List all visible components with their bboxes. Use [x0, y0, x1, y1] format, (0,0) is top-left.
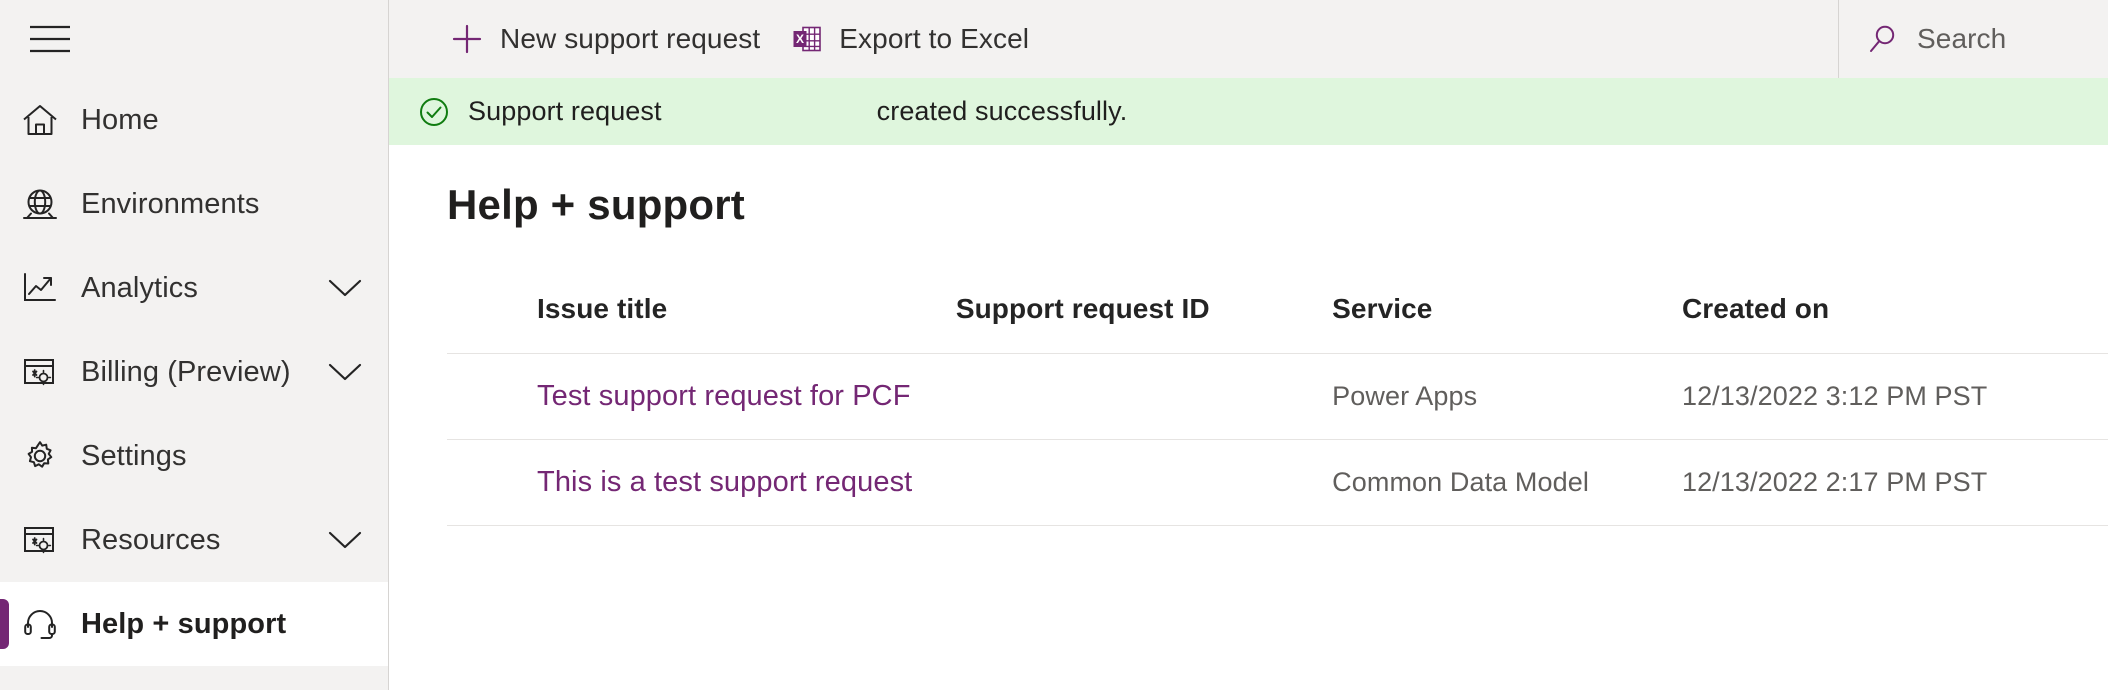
cell-support-request-id: [955, 353, 1333, 440]
column-header-support-request-id[interactable]: Support request ID: [955, 293, 1333, 354]
sidebar-item-label: Settings: [81, 439, 187, 472]
search-input[interactable]: Search: [1838, 0, 2108, 78]
home-icon: [22, 103, 72, 137]
hamburger-icon: [30, 25, 70, 53]
export-to-excel-label: Export to Excel: [839, 23, 1030, 54]
main-content: New support request X Export to Excel Se…: [389, 0, 2108, 690]
search-icon: [1867, 23, 1899, 55]
search-placeholder: Search: [1917, 23, 2007, 54]
column-header-created-on[interactable]: Created on: [1681, 293, 2108, 354]
sidebar-item-home[interactable]: Home: [0, 78, 388, 162]
support-requests-table: Issue title Support request ID Service C…: [447, 293, 2108, 526]
chevron-down-icon[interactable]: [328, 530, 362, 550]
sidebar-item-label: Help + support: [81, 607, 287, 640]
sidebar-nav-list: Home Environments Analytics Billing (Pre…: [0, 78, 388, 666]
sidebar-item-label: Billing (Preview): [81, 355, 291, 388]
sidebar-header: [0, 0, 388, 78]
success-banner: Support request created successfully.: [389, 78, 2108, 145]
resources-window-icon: [22, 523, 72, 557]
chevron-down-icon[interactable]: [328, 362, 362, 382]
cell-issue-title: This is a test support request: [447, 439, 956, 526]
globe-icon: [22, 187, 72, 221]
table-header-row: Issue title Support request ID Service C…: [447, 293, 2108, 354]
headset-icon: [22, 607, 72, 641]
sidebar-item-help-support[interactable]: Help + support: [0, 582, 388, 666]
cell-created-on: 12/13/2022 3:12 PM PST: [1681, 353, 2108, 440]
success-banner-text-before: Support request: [468, 96, 662, 126]
success-banner-text-after: created successfully.: [876, 96, 1128, 126]
export-to-excel-button[interactable]: X Export to Excel: [776, 8, 1045, 70]
sidebar-item-label: Environments: [81, 187, 260, 220]
new-support-request-button[interactable]: New support request: [435, 8, 776, 70]
line-chart-icon: [22, 271, 72, 305]
sidebar-item-billing[interactable]: Billing (Preview): [0, 330, 388, 414]
table-row[interactable]: Test support request for PCF Power Apps …: [447, 353, 2108, 440]
sidebar-item-label: Analytics: [81, 271, 198, 304]
plus-icon: [451, 23, 483, 55]
new-support-request-label: New support request: [500, 23, 761, 54]
gear-icon: [22, 439, 72, 473]
billing-window-icon: [22, 355, 72, 389]
chevron-down-icon[interactable]: [328, 278, 362, 298]
hamburger-menu-button[interactable]: [22, 11, 78, 67]
column-header-issue-title[interactable]: Issue title: [447, 293, 956, 354]
svg-text:X: X: [796, 32, 804, 46]
page-content: Help + support Issue title Support reque…: [389, 145, 2108, 690]
sidebar-item-analytics[interactable]: Analytics: [0, 246, 388, 330]
support-requests-table-wrapper: Issue title Support request ID Service C…: [447, 293, 2108, 526]
sidebar-item-environments[interactable]: Environments: [0, 162, 388, 246]
cell-created-on: 12/13/2022 2:17 PM PST: [1681, 439, 2108, 526]
cell-support-request-id: [955, 439, 1333, 526]
page-title: Help + support: [447, 181, 745, 228]
sidebar-item-resources[interactable]: Resources: [0, 498, 388, 582]
issue-title-link[interactable]: Test support request for PCF: [537, 380, 911, 412]
cell-issue-title: Test support request for PCF: [447, 353, 956, 440]
sidebar-item-label: Home: [81, 103, 159, 136]
table-head: Issue title Support request ID Service C…: [447, 293, 2108, 354]
column-header-service[interactable]: Service: [1332, 293, 1682, 354]
command-bar: New support request X Export to Excel Se…: [389, 0, 2108, 78]
cell-service: Common Data Model: [1332, 439, 1682, 526]
sidebar-item-label: Resources: [81, 523, 221, 556]
sidebar-item-settings[interactable]: Settings: [0, 414, 388, 498]
issue-title-link[interactable]: This is a test support request: [537, 466, 912, 498]
check-circle-icon: [417, 95, 451, 129]
cell-service: Power Apps: [1332, 353, 1682, 440]
app-root: Home Environments Analytics Billing (Pre…: [0, 0, 2108, 690]
excel-icon: X: [792, 24, 822, 54]
table-row[interactable]: This is a test support request Common Da…: [447, 439, 2108, 526]
table-body: Test support request for PCF Power Apps …: [447, 353, 2108, 526]
sidebar: Home Environments Analytics Billing (Pre…: [0, 0, 389, 690]
